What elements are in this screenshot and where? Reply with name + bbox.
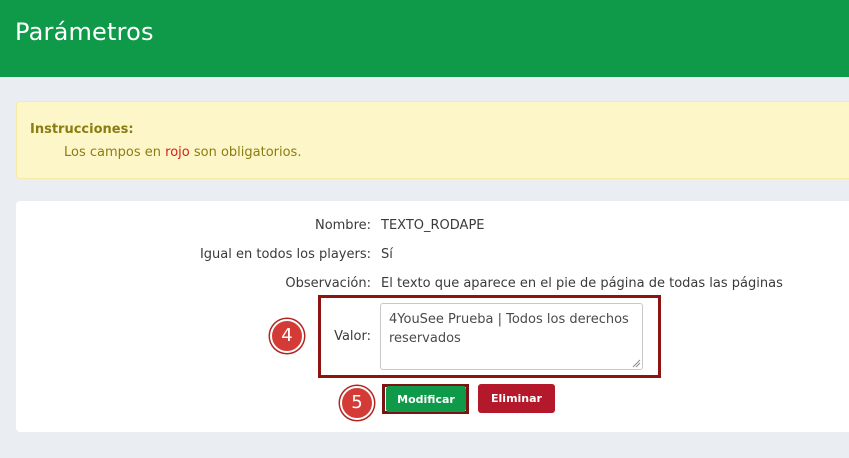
instructions-alert: Instrucciones: Los campos en rojo son ob…	[16, 101, 849, 179]
page-header: Parámetros	[0, 0, 849, 77]
step-4-badge: 4	[270, 319, 304, 353]
igual-value: Sí	[381, 247, 393, 262]
valor-textarea[interactable]: 4YouSee Prueba | Todos los derechos rese…	[380, 303, 643, 370]
nombre-label: Nombre:	[314, 218, 371, 233]
alert-text-after: son obligatorios.	[189, 145, 302, 160]
observacion-value: El texto que aparece en el pie de página…	[381, 276, 783, 291]
eliminar-button[interactable]: Eliminar	[478, 384, 555, 413]
igual-label: Igual en todos los players:	[199, 247, 371, 262]
alert-text-before: Los campos en	[64, 145, 166, 160]
step-5-badge: 5	[340, 386, 374, 420]
alert-title: Instrucciones:	[30, 122, 134, 137]
modificar-button[interactable]: Modificar	[386, 386, 466, 412]
nombre-value: TEXTO_RODAPE	[381, 218, 485, 233]
resize-grip-icon[interactable]	[631, 358, 641, 368]
observacion-label: Observación:	[285, 276, 371, 291]
alert-text-red: rojo	[165, 145, 190, 160]
alert-text: Los campos en rojo son obligatorios.	[64, 145, 301, 160]
page-title: Parámetros	[15, 18, 154, 46]
